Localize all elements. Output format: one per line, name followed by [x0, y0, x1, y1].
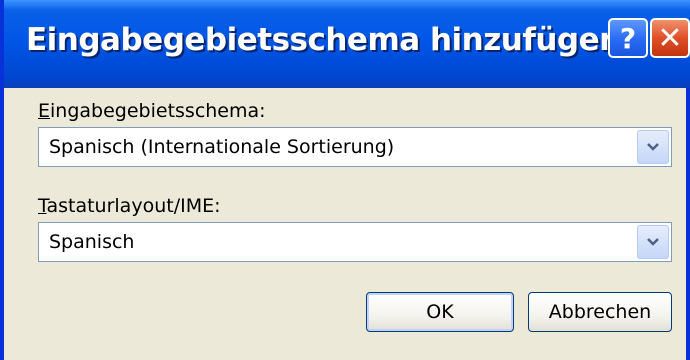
ok-button[interactable]: OK: [366, 292, 514, 332]
locale-label: Eingabegebietsschema:: [38, 100, 266, 122]
locale-select[interactable]: Spanisch (Internationale Sortierung): [38, 127, 672, 167]
chevron-down-icon: [647, 143, 659, 151]
locale-label-mnemonic: E: [38, 100, 51, 122]
cancel-button[interactable]: Abbrechen: [528, 292, 672, 332]
keyboard-label-text: astaturlayout/IME:: [46, 195, 221, 217]
keyboard-layout-select-value: Spanisch: [49, 231, 135, 253]
help-icon: ?: [619, 21, 637, 55]
locale-dropdown-button[interactable]: [637, 130, 669, 164]
locale-label-text: ingabegebietsschema:: [50, 100, 266, 122]
title-bar[interactable]: Eingabegebietsschema hinzufügen ? ✕: [4, 0, 690, 88]
dialog-title: Eingabegebietsschema hinzufügen: [26, 22, 621, 58]
keyboard-layout-select[interactable]: Spanisch: [38, 222, 672, 262]
keyboard-layout-dropdown-button[interactable]: [637, 225, 669, 259]
chevron-down-icon: [647, 238, 659, 246]
keyboard-label: Tastaturlayout/IME:: [38, 195, 221, 217]
help-button[interactable]: ?: [608, 18, 648, 58]
close-icon: ✕: [657, 20, 683, 56]
locale-select-value: Spanisch (Internationale Sortierung): [49, 136, 395, 158]
dialog-window: Eingabegebietsschema hinzufügen ? ✕ Eing…: [0, 0, 690, 360]
close-button[interactable]: ✕: [650, 18, 690, 58]
